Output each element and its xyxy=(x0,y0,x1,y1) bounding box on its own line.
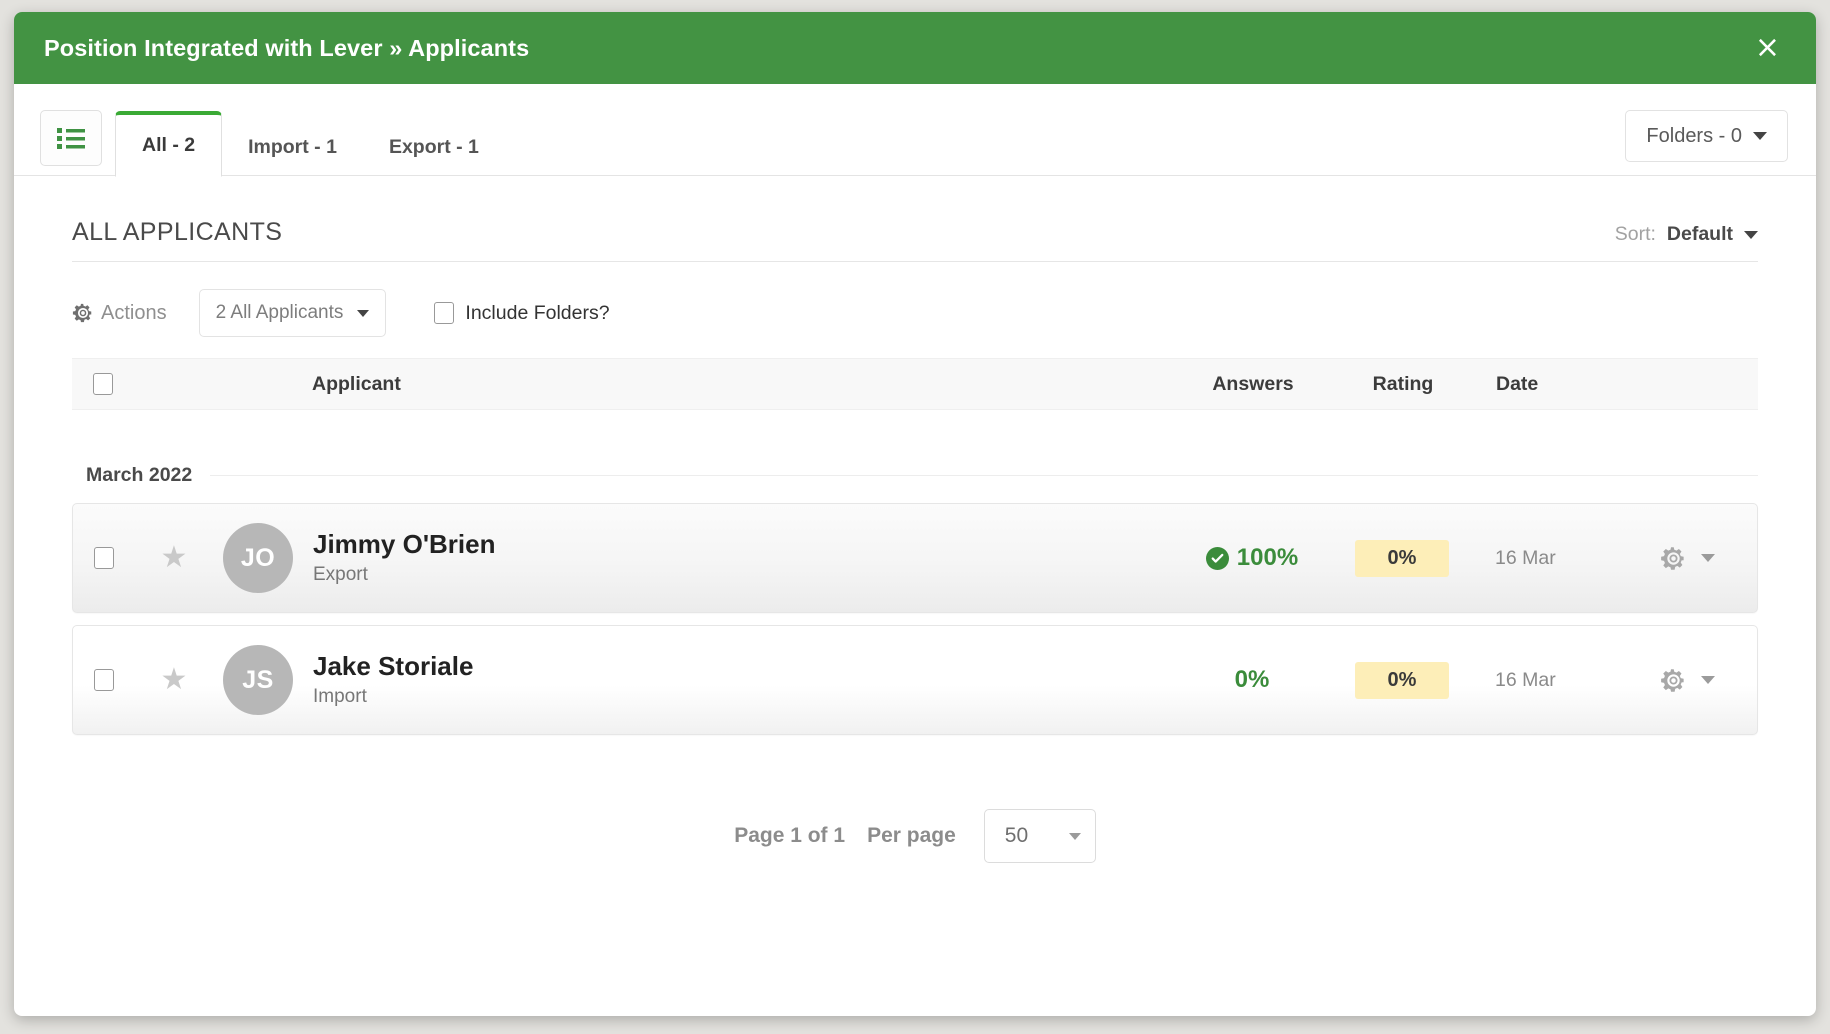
row-star-cell[interactable]: ★ xyxy=(135,543,213,573)
month-group-header: March 2022 xyxy=(72,464,1758,487)
avatar: JS xyxy=(223,645,293,715)
pagination: Page 1 of 1 Per page 50 xyxy=(72,809,1758,863)
row-rating-cell: 0% xyxy=(1327,662,1477,699)
include-folders-toggle[interactable]: Include Folders? xyxy=(434,302,609,325)
tab-strip: All - 2 Import - 1 Export - 1 Folders - … xyxy=(14,84,1816,176)
per-page-value: 50 xyxy=(1005,824,1028,848)
select-all-checkbox[interactable] xyxy=(93,373,113,395)
gear-icon xyxy=(72,302,94,324)
row-answers-cell: 0% xyxy=(1177,666,1327,694)
page-title: ALL APPLICANTS xyxy=(72,218,282,247)
column-header-date: Date xyxy=(1478,373,1618,396)
applicant-date: 16 Mar xyxy=(1495,547,1556,569)
table-row[interactable]: ★ JO Jimmy O'Brien Export 100% 0% xyxy=(72,503,1758,613)
per-page-label: Per page xyxy=(867,824,956,848)
applicants-modal: Position Integrated with Lever » Applica… xyxy=(14,12,1816,1016)
gear-icon[interactable] xyxy=(1660,545,1687,572)
actions-button[interactable]: Actions xyxy=(72,302,167,325)
row-avatar-cell: JS xyxy=(213,645,303,715)
avatar: JO xyxy=(223,523,293,593)
answers-value: 100% xyxy=(1237,544,1298,572)
star-icon[interactable]: ★ xyxy=(161,665,188,695)
table-header: Applicant Answers Rating Date xyxy=(72,358,1758,410)
include-folders-label: Include Folders? xyxy=(465,302,609,325)
column-header-applicant: Applicant xyxy=(302,373,1178,396)
sort-control[interactable]: Sort: Default xyxy=(1615,223,1758,246)
tab-export[interactable]: Export - 1 xyxy=(363,118,505,176)
month-group-rule xyxy=(210,475,1758,476)
status-badge: 0% xyxy=(1355,662,1449,699)
row-checkbox[interactable] xyxy=(94,547,114,569)
column-header-rating: Rating xyxy=(1328,373,1478,396)
actions-label: Actions xyxy=(101,302,167,325)
row-rating-cell: 0% xyxy=(1327,540,1477,577)
star-icon[interactable]: ★ xyxy=(161,543,188,573)
row-select-cell xyxy=(73,547,135,569)
per-page-select[interactable]: 50 xyxy=(984,809,1096,863)
answers-value-wrap: 0% xyxy=(1235,666,1270,694)
row-select-cell xyxy=(73,669,135,691)
month-group-label: March 2022 xyxy=(86,464,192,487)
applicant-source: Export xyxy=(313,564,1177,586)
folders-dropdown[interactable]: Folders - 0 xyxy=(1625,110,1788,162)
list-view-button[interactable] xyxy=(40,110,102,166)
close-icon[interactable]: × xyxy=(1747,29,1788,67)
section-header: ALL APPLICANTS Sort: Default xyxy=(72,176,1758,262)
modal-body: ALL APPLICANTS Sort: Default Actions 2 A… xyxy=(14,176,1816,1016)
applicant-name[interactable]: Jimmy O'Brien xyxy=(313,530,1177,560)
actions-bar: Actions 2 All Applicants Include Folders… xyxy=(72,262,1758,358)
row-date-cell: 16 Mar xyxy=(1477,547,1617,570)
applicant-name[interactable]: Jake Storiale xyxy=(313,652,1177,682)
row-actions-cell[interactable] xyxy=(1617,545,1757,572)
modal-titlebar: Position Integrated with Lever » Applica… xyxy=(14,12,1816,84)
table-row[interactable]: ★ JS Jake Storiale Import 0% 0% 16 Mar xyxy=(72,625,1758,735)
list-icon xyxy=(57,127,85,149)
answers-value-wrap: 100% xyxy=(1206,544,1298,572)
chevron-down-icon xyxy=(1744,231,1758,239)
folders-dropdown-label: Folders - 0 xyxy=(1646,125,1742,148)
status-badge: 0% xyxy=(1355,540,1449,577)
select-all-cell xyxy=(72,373,134,395)
modal-title: Position Integrated with Lever » Applica… xyxy=(44,35,529,62)
sort-value[interactable]: Default xyxy=(1667,223,1733,246)
include-folders-checkbox[interactable] xyxy=(434,302,454,324)
row-actions-cell[interactable] xyxy=(1617,667,1757,694)
row-checkbox[interactable] xyxy=(94,669,114,691)
sort-label: Sort: xyxy=(1615,223,1656,246)
chevron-down-icon[interactable] xyxy=(1701,676,1715,684)
column-header-answers: Answers xyxy=(1178,373,1328,396)
row-name-cell: Jake Storiale Import xyxy=(303,652,1177,708)
chevron-down-icon xyxy=(1069,833,1081,840)
chevron-down-icon xyxy=(1753,132,1767,140)
row-date-cell: 16 Mar xyxy=(1477,669,1617,692)
row-avatar-cell: JO xyxy=(213,523,303,593)
chevron-down-icon xyxy=(357,310,369,317)
gear-icon[interactable] xyxy=(1660,667,1687,694)
page-indicator: Page 1 of 1 xyxy=(734,824,845,848)
applicant-source: Import xyxy=(313,686,1177,708)
row-star-cell[interactable]: ★ xyxy=(135,665,213,695)
tab-import[interactable]: Import - 1 xyxy=(222,118,363,176)
check-circle-icon xyxy=(1206,547,1229,570)
tab-all[interactable]: All - 2 xyxy=(115,111,222,177)
applicant-filter-dropdown[interactable]: 2 All Applicants xyxy=(199,289,387,337)
row-answers-cell: 100% xyxy=(1177,544,1327,572)
applicant-filter-label: 2 All Applicants xyxy=(216,302,344,324)
tabs: All - 2 Import - 1 Export - 1 xyxy=(115,84,505,176)
answers-value: 0% xyxy=(1235,666,1270,694)
applicant-date: 16 Mar xyxy=(1495,669,1556,691)
row-name-cell: Jimmy O'Brien Export xyxy=(303,530,1177,586)
chevron-down-icon[interactable] xyxy=(1701,554,1715,562)
